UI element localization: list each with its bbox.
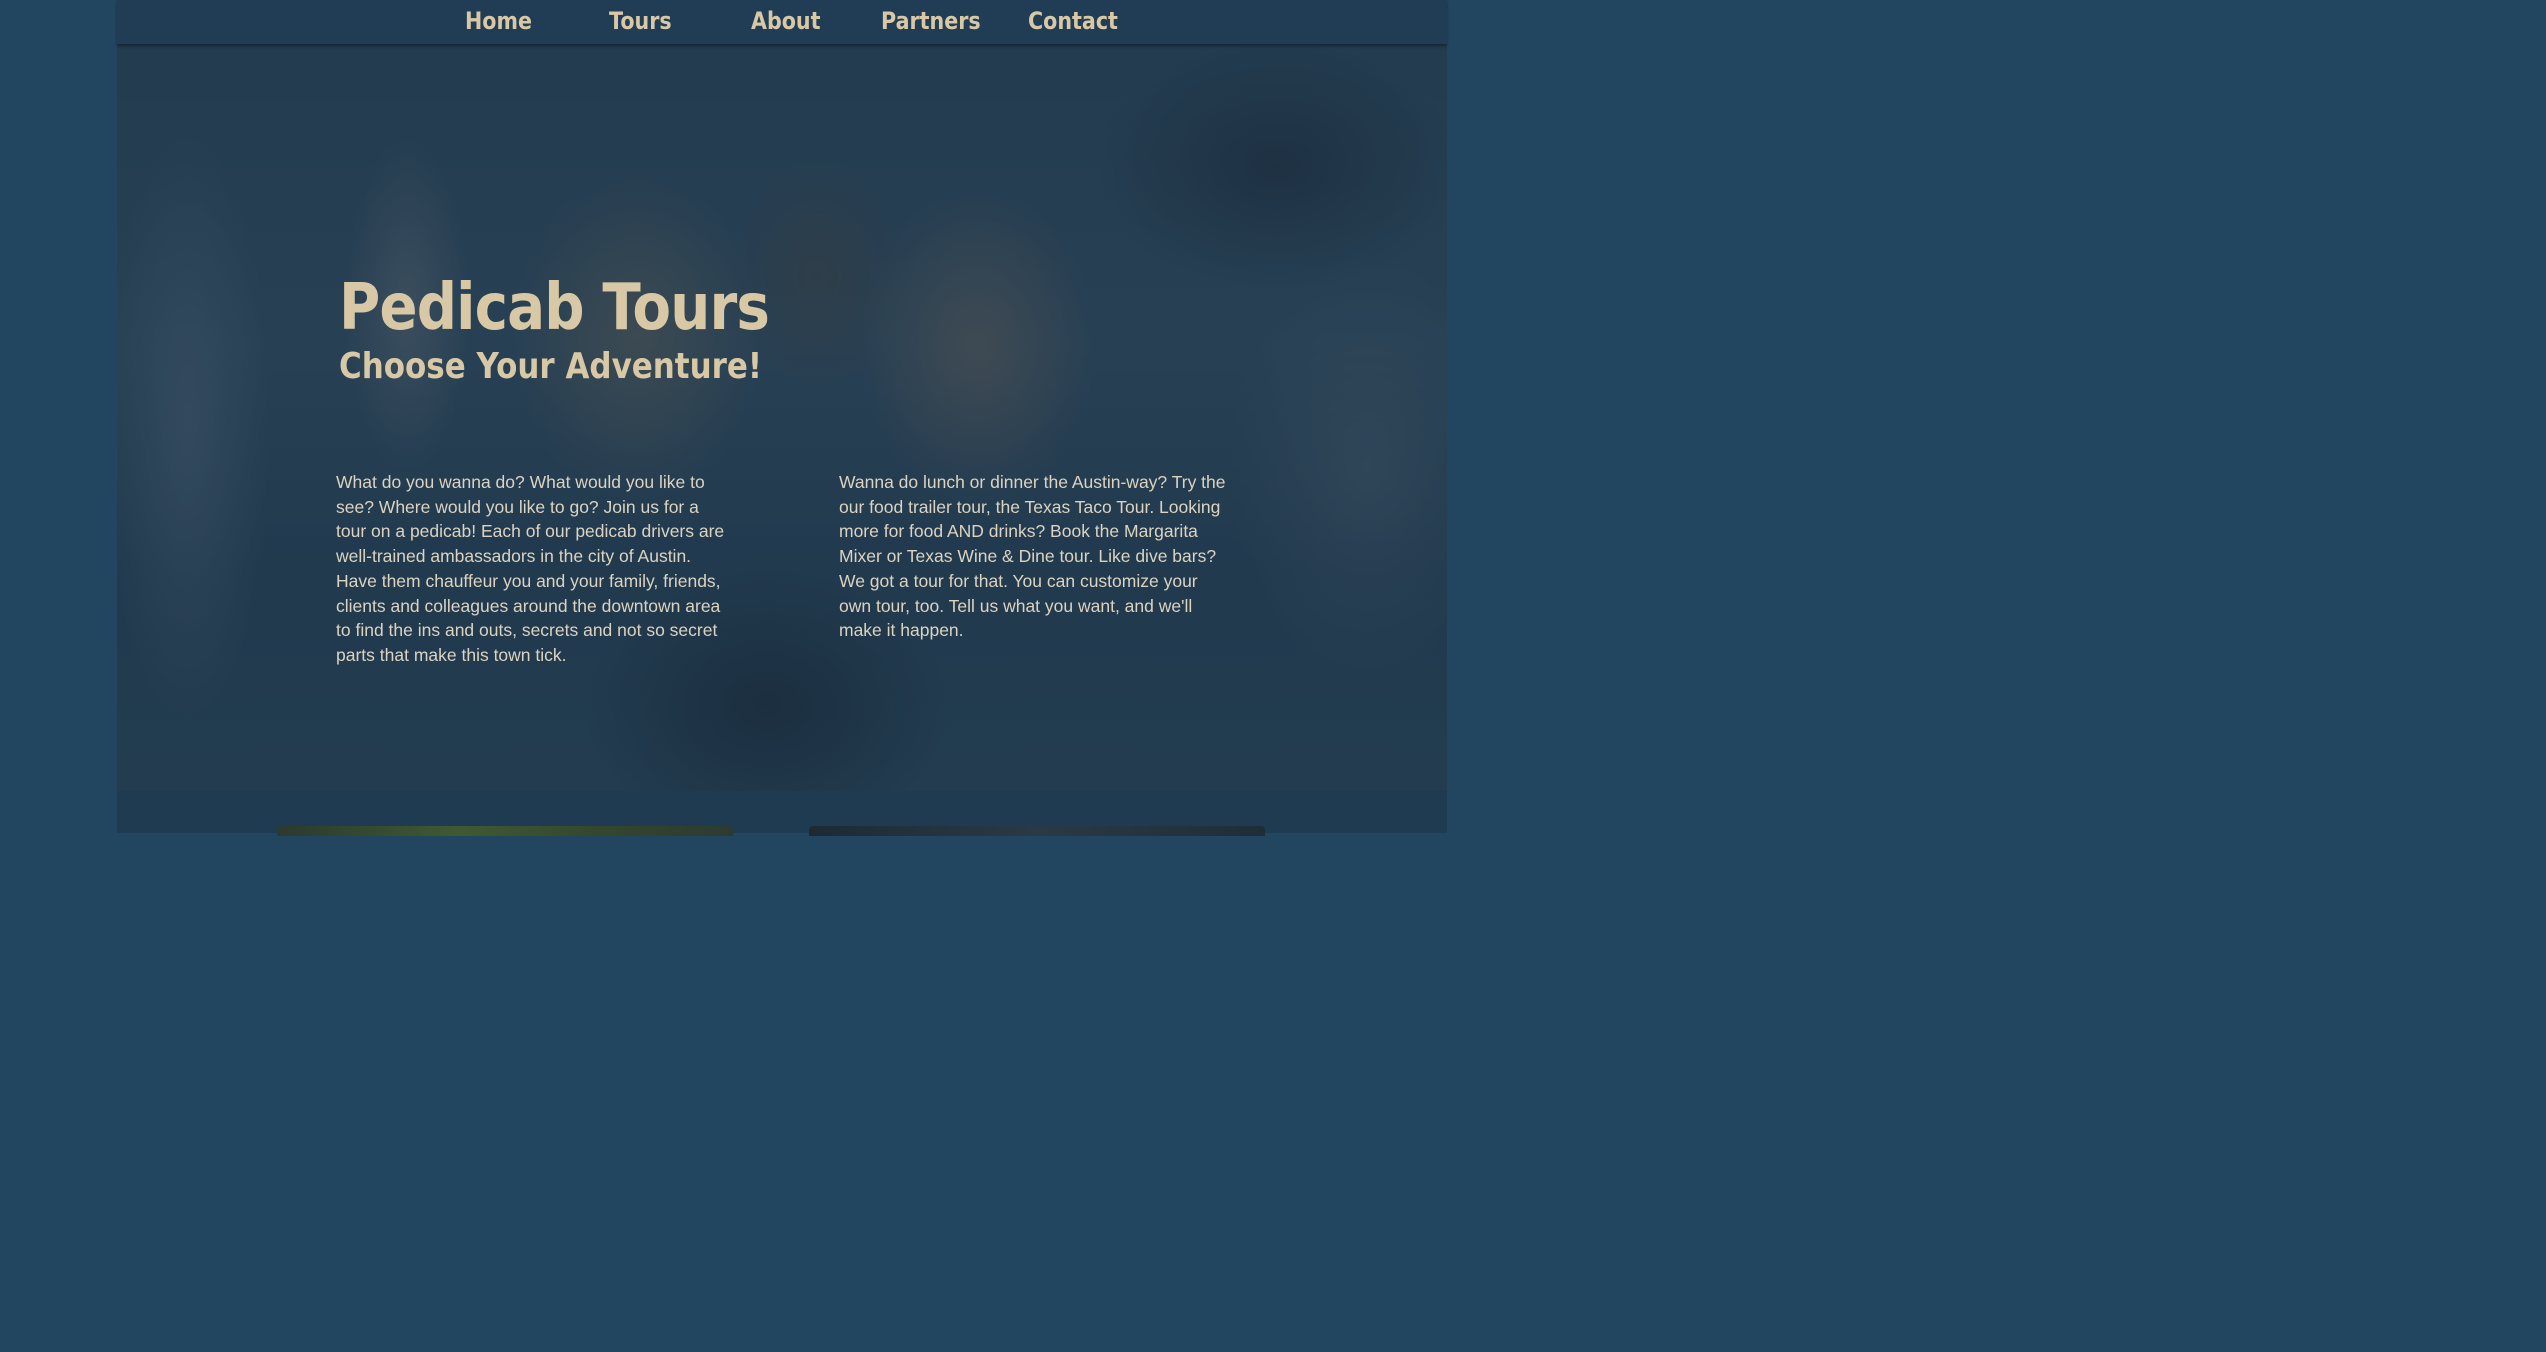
hero-intro-paragraph: What do you wanna do? What would you lik…: [336, 472, 725, 665]
hero-section: Pedicab Tours Choose Your Adventure! Wha…: [117, 46, 1447, 791]
nav-partners-link[interactable]: Partners: [881, 4, 981, 38]
page-container: Home Tours About Partners Contact Pedica…: [117, 0, 1447, 836]
tour-cards-section: [117, 791, 1447, 836]
nav-contact-link[interactable]: Contact: [1028, 4, 1118, 38]
nav-about-link[interactable]: About: [751, 4, 820, 38]
main-nav: Home Tours About Partners Contact: [117, 0, 1447, 44]
hero-overlay: [117, 46, 1447, 791]
tour-card-image-right[interactable]: [809, 826, 1265, 836]
nav-home-link[interactable]: Home: [465, 4, 532, 38]
nav-tours-link[interactable]: Tours: [609, 4, 672, 38]
tour-card-image-left[interactable]: [277, 826, 733, 836]
hero-food-tours-paragraph: Wanna do lunch or dinner the Austin-way?…: [839, 472, 1226, 641]
hero-subtitle: Choose Your Adventure!: [339, 346, 763, 387]
hero-title: Pedicab Tours: [339, 271, 770, 345]
